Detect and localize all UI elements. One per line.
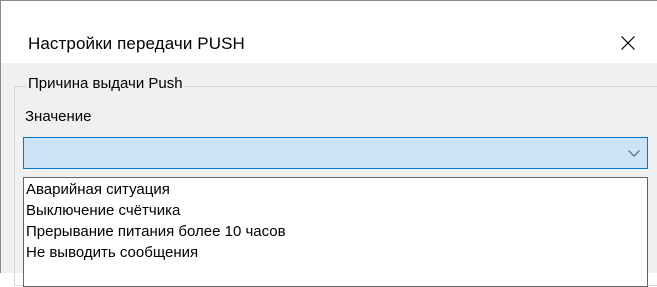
group-legend: Причина выдачи Push [27,74,185,94]
chevron-down-icon[interactable] [627,147,641,159]
value-combobox[interactable] [23,137,648,169]
dropdown-option-emergency[interactable]: Аварийная ситуация [24,179,647,200]
dropdown-option-no-messages[interactable]: Не выводить сообщения [24,242,647,263]
value-label: Значение [25,108,92,125]
dialog-title: Настройки передачи PUSH [28,34,245,53]
value-dropdown-list: Аварийная ситуация Выключение счётчика П… [23,177,648,287]
dropdown-option-meter-off[interactable]: Выключение счётчика [24,200,647,221]
push-settings-dialog: Настройки передачи PUSH Причина выдачи P… [0,0,657,287]
title-bar: Настройки передачи PUSH [1,1,657,63]
dropdown-option-power-outage[interactable]: Прерывание питания более 10 часов [24,221,647,242]
close-button[interactable] [611,28,645,58]
close-icon [621,36,635,50]
